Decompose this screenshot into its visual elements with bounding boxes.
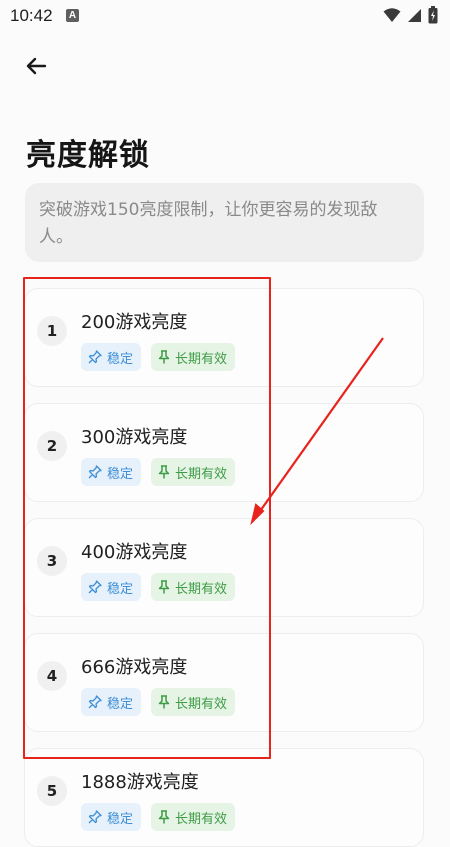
signal-icon [408,9,421,22]
stable-tag: 稳定 [81,458,142,486]
stable-tag-label: 稳定 [107,351,134,367]
long-term-tag: 长期有效 [151,573,236,601]
long-term-tag: 长期有效 [151,343,236,371]
long-term-tag: 长期有效 [151,688,236,716]
back-button[interactable] [20,50,52,82]
description-box: 突破游戏150亮度限制，让你更容易的发现敌人。 [25,183,424,262]
long-term-tag: 长期有效 [151,803,236,831]
long-term-tag: 长期有效 [151,458,236,486]
item-number: 1 [37,316,67,346]
list-item[interactable]: 1 200游戏亮度 稳定 长期有效 [24,288,424,387]
status-bar: 10:42 A [0,0,450,34]
stable-tag: 稳定 [81,688,142,716]
item-title: 400游戏亮度 [81,542,188,563]
item-tags: 稳定 长期有效 [81,803,236,831]
pushpin-icon [158,580,170,594]
long-term-tag-label: 长期有效 [175,811,228,827]
stable-tag-label: 稳定 [107,466,134,482]
item-tags: 稳定 长期有效 [81,688,236,716]
long-term-tag-label: 长期有效 [175,581,228,597]
pushpin-icon [158,695,170,709]
item-number: 4 [37,661,67,691]
description-text: 突破游戏150亮度限制，让你更容易的发现敌人。 [39,200,378,247]
long-term-tag-label: 长期有效 [175,696,228,712]
item-title: 666游戏亮度 [81,657,188,678]
item-number: 3 [37,546,67,576]
battery-icon [428,6,438,24]
page-title: 亮度解锁 [26,138,150,173]
pin-icon [88,810,102,824]
item-title: 200游戏亮度 [81,312,188,333]
stable-tag-label: 稳定 [107,811,134,827]
stable-tag: 稳定 [81,803,142,831]
notification-icon: A [66,9,79,22]
pin-icon [88,695,102,709]
item-tags: 稳定 长期有效 [81,343,236,371]
list-item[interactable]: 5 1888游戏亮度 稳定 长期有效 [24,748,424,847]
pin-icon [88,350,102,364]
status-time: 10:42 [10,6,53,25]
pin-icon [88,465,102,479]
stable-tag: 稳定 [81,343,142,371]
stable-tag-label: 稳定 [107,696,134,712]
stable-tag-label: 稳定 [107,581,134,597]
item-number: 5 [37,776,67,806]
item-number: 2 [37,431,67,461]
arrow-left-icon [26,57,47,75]
pushpin-icon [158,810,170,824]
status-icons [383,6,438,24]
list-item[interactable]: 4 666游戏亮度 稳定 长期有效 [24,633,424,732]
pushpin-icon [158,465,170,479]
list-item[interactable]: 2 300游戏亮度 稳定 长期有效 [24,403,424,502]
item-tags: 稳定 长期有效 [81,458,236,486]
long-term-tag-label: 长期有效 [175,351,228,367]
item-tags: 稳定 长期有效 [81,573,236,601]
pin-icon [88,580,102,594]
item-title: 1888游戏亮度 [81,772,199,793]
pushpin-icon [158,350,170,364]
stable-tag: 稳定 [81,573,142,601]
item-title: 300游戏亮度 [81,427,188,448]
list-item[interactable]: 3 400游戏亮度 稳定 长期有效 [24,518,424,617]
wifi-icon [383,8,401,22]
long-term-tag-label: 长期有效 [175,466,228,482]
